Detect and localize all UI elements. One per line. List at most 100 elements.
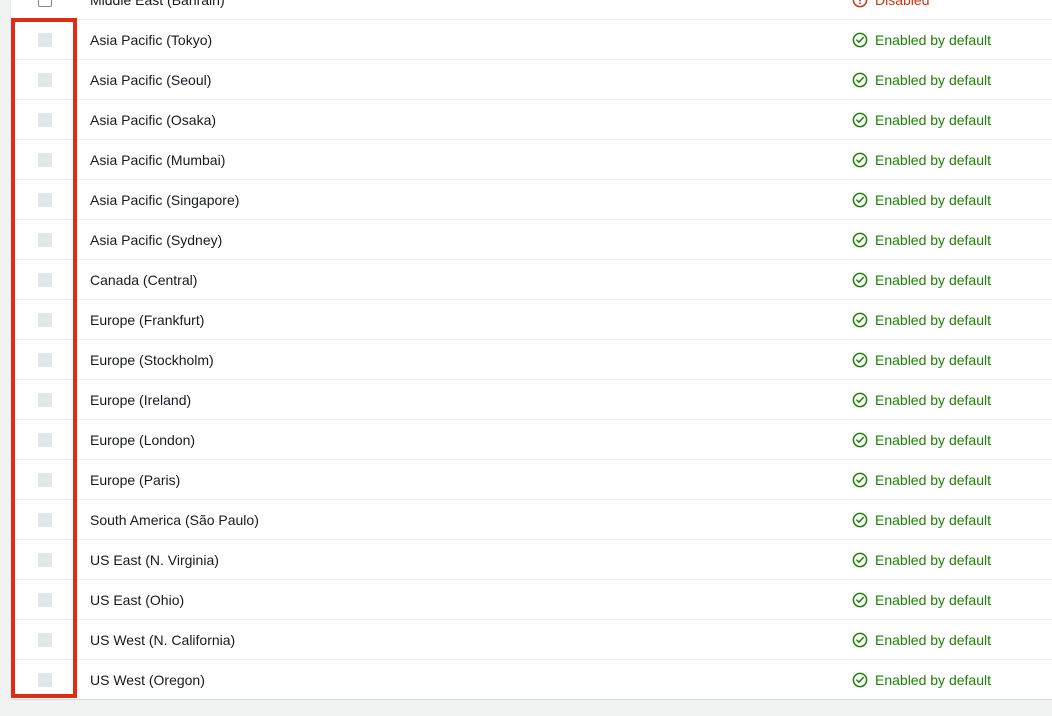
region-select-cell[interactable]: [11, 232, 78, 247]
region-name: Europe (Paris): [90, 471, 181, 488]
region-name: South America (São Paulo): [90, 511, 259, 528]
table-row[interactable]: Europe (London) Enabled by default: [11, 420, 1052, 460]
table-row[interactable]: South America (São Paulo) Enabled by defa…: [11, 500, 1052, 540]
region-name: Europe (Ireland): [90, 391, 192, 408]
table-row[interactable]: Europe (Ireland) Enabled by default: [11, 380, 1052, 420]
region-status: Enabled by default: [852, 630, 1052, 650]
region-status-label: Enabled by default: [875, 591, 991, 608]
table-row[interactable]: Europe (Paris) Enabled by default: [11, 460, 1052, 500]
table-row[interactable]: Europe (Frankfurt) Enabled by default: [11, 300, 1052, 340]
check-circle-icon: [852, 432, 868, 448]
table-row[interactable]: Asia Pacific (Mumbai) Enabled by default: [11, 140, 1052, 180]
check-circle-icon: [852, 512, 868, 528]
check-circle-icon: [852, 192, 868, 208]
check-circle-icon: [852, 32, 868, 48]
table-row[interactable]: US West (Oregon) Enabled by default: [11, 660, 1052, 700]
checkbox-disabled-icon: [37, 192, 52, 207]
region-status-label: Enabled by default: [875, 551, 991, 568]
region-status: Enabled by default: [852, 590, 1052, 610]
region-select-cell[interactable]: [11, 432, 78, 447]
region-select-cell[interactable]: [11, 552, 78, 567]
region-status-label: Enabled by default: [875, 71, 991, 88]
check-circle-icon: [852, 632, 868, 648]
region-status-label: Enabled by default: [875, 511, 991, 528]
checkbox-disabled-icon: [37, 632, 52, 647]
region-name: Asia Pacific (Osaka): [90, 111, 217, 128]
table-row[interactable]: US East (N. Virginia) Enabled by default: [11, 540, 1052, 580]
region-select-cell[interactable]: [11, 592, 78, 607]
region-select-cell[interactable]: [11, 472, 78, 487]
region-name: US West (N. California): [90, 631, 236, 648]
region-status: Enabled by default: [852, 70, 1052, 90]
checkbox-disabled-icon: [37, 352, 52, 367]
checkbox-disabled-icon: [37, 152, 52, 167]
table-row[interactable]: Europe (Stockholm) Enabled by default: [11, 340, 1052, 380]
check-circle-icon: [852, 392, 868, 408]
check-circle-icon: [852, 352, 868, 368]
region-status: Enabled by default: [852, 110, 1052, 130]
region-select-cell[interactable]: [11, 392, 78, 407]
table-row[interactable]: Asia Pacific (Singapore) Enabled by defau…: [11, 180, 1052, 220]
region-status-label: Enabled by default: [875, 151, 991, 168]
checkbox-unchecked-icon[interactable]: [37, 0, 52, 7]
region-select-cell[interactable]: [11, 312, 78, 327]
region-select-cell[interactable]: [11, 272, 78, 287]
region-name: Asia Pacific (Tokyo): [90, 31, 213, 48]
region-select-cell[interactable]: [11, 192, 78, 207]
checkbox-disabled-icon: [37, 552, 52, 567]
checkbox-disabled-icon: [37, 512, 52, 527]
check-circle-icon: [852, 112, 868, 128]
region-name: Asia Pacific (Seoul): [90, 71, 212, 88]
table-row[interactable]: US East (Ohio) Enabled by default: [11, 580, 1052, 620]
region-status-label: Enabled by default: [875, 671, 991, 688]
region-select-cell[interactable]: [11, 152, 78, 167]
region-select-cell[interactable]: [11, 352, 78, 367]
checkbox-disabled-icon: [37, 272, 52, 287]
region-status: Enabled by default: [852, 550, 1052, 570]
regions-table: Middle East (Bahrain) Disabled Asia Pacifi…: [10, 0, 1052, 700]
table-row[interactable]: Middle East (Bahrain) Disabled: [11, 0, 1052, 20]
table-row[interactable]: Asia Pacific (Osaka) Enabled by default: [11, 100, 1052, 140]
checkbox-disabled-icon: [37, 72, 52, 87]
table-row[interactable]: Asia Pacific (Tokyo) Enabled by default: [11, 20, 1052, 60]
page-root: Middle East (Bahrain) Disabled Asia Pacifi…: [0, 0, 1052, 716]
region-select-cell[interactable]: [11, 512, 78, 527]
region-select-cell[interactable]: [11, 32, 78, 47]
region-status-label: Enabled by default: [875, 471, 991, 488]
region-status-label: Enabled by default: [875, 111, 991, 128]
check-circle-icon: [852, 272, 868, 288]
region-select-cell[interactable]: [11, 72, 78, 87]
region-select-cell[interactable]: [11, 672, 78, 687]
table-row[interactable]: Canada (Central) Enabled by default: [11, 260, 1052, 300]
check-circle-icon: [852, 472, 868, 488]
region-status: Enabled by default: [852, 430, 1052, 450]
region-status: Enabled by default: [852, 670, 1052, 690]
region-select-cell[interactable]: [11, 112, 78, 127]
check-circle-icon: [852, 592, 868, 608]
checkbox-disabled-icon: [37, 472, 52, 487]
check-circle-icon: [852, 552, 868, 568]
region-status-label: Enabled by default: [875, 311, 991, 328]
region-select-cell[interactable]: [11, 632, 78, 647]
region-status-label: Enabled by default: [875, 391, 991, 408]
region-name: Canada (Central): [90, 271, 198, 288]
checkbox-disabled-icon: [37, 232, 52, 247]
region-name: US East (Ohio): [90, 591, 185, 608]
region-status: Enabled by default: [852, 310, 1052, 330]
region-status-label: Enabled by default: [875, 631, 991, 648]
checkbox-disabled-icon: [37, 112, 52, 127]
table-row[interactable]: Asia Pacific (Sydney) Enabled by default: [11, 220, 1052, 260]
checkbox-disabled-icon: [37, 392, 52, 407]
region-status-label: Enabled by default: [875, 191, 991, 208]
region-status: Enabled by default: [852, 150, 1052, 170]
table-row[interactable]: US West (N. California) Enabled by defaul…: [11, 620, 1052, 660]
check-circle-icon: [852, 72, 868, 88]
region-name: Asia Pacific (Sydney): [90, 231, 223, 248]
region-select-cell[interactable]: [11, 0, 78, 7]
error-circle-icon: [852, 0, 868, 8]
region-name: Middle East (Bahrain): [78, 0, 852, 10]
table-row[interactable]: Asia Pacific (Seoul) Enabled by default: [11, 60, 1052, 100]
check-circle-icon: [852, 312, 868, 328]
checkbox-disabled-icon: [37, 32, 52, 47]
region-status-label: Enabled by default: [875, 271, 991, 288]
